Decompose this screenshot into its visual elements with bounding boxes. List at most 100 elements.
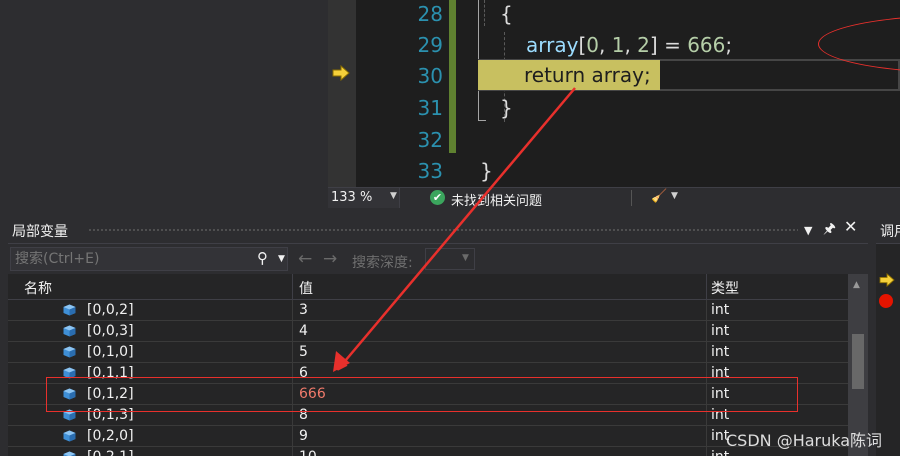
editor-status-bar: 133 % ▼ ✔ 未找到相关问题 🧹 ▼ — [328, 187, 900, 209]
code-line-28[interactable]: { — [500, 0, 513, 30]
execution-pointer-icon — [332, 65, 350, 81]
code-editor[interactable]: 28 29 30 31 32 33 { array[0, 1, 2] = 666… — [328, 0, 900, 187]
table-row[interactable]: [0,0,2] 3 int — [8, 300, 848, 321]
array-identifier: array — [526, 33, 579, 57]
title-grip — [88, 228, 798, 233]
assign-operator: = — [657, 33, 688, 57]
line-number-30: 30 — [417, 64, 443, 88]
line-number-28: 28 — [417, 2, 443, 26]
change-tracking-bar — [449, 0, 456, 153]
column-divider[interactable] — [706, 274, 707, 300]
forward-arrow-icon[interactable]: → — [323, 249, 337, 269]
row-divider — [706, 321, 707, 342]
table-row[interactable]: [0,2,1]10int — [8, 447, 848, 456]
variable-value[interactable]: 10 — [299, 449, 317, 456]
variable-value[interactable]: 9 — [299, 428, 308, 444]
bracket-close: ] — [649, 33, 658, 57]
search-input[interactable] — [15, 250, 255, 268]
row-divider — [706, 447, 707, 456]
column-divider[interactable] — [292, 274, 293, 300]
row-divider — [292, 426, 293, 447]
zoom-level: 133 % — [331, 190, 373, 205]
code-line-30[interactable]: return array; — [524, 60, 651, 90]
column-name-header[interactable]: 名称 — [24, 278, 52, 298]
row-divider — [706, 342, 707, 363]
search-depth-select[interactable]: ▼ — [425, 248, 475, 270]
variable-name: [0,0,3] — [87, 323, 134, 339]
zoom-combo[interactable]: 133 % ▼ — [328, 188, 400, 208]
variable-value[interactable]: 5 — [299, 344, 308, 360]
close-brace-outer: } — [480, 159, 493, 183]
check-circle-icon: ✔ — [430, 190, 445, 205]
locals-title-bar[interactable]: 局部变量 ▼ 🖈 ✕ — [8, 216, 868, 244]
issues-status-text[interactable]: 未找到相关问题 — [451, 190, 542, 209]
chevron-down-icon[interactable]: ▼ — [278, 254, 285, 264]
row-divider — [706, 300, 707, 321]
chevron-down-icon: ▼ — [462, 253, 469, 263]
index-2: 2 — [637, 33, 650, 57]
close-icon[interactable]: ✕ — [844, 219, 857, 235]
line-number-29: 29 — [417, 33, 443, 57]
variable-name: [0,0,2] — [87, 302, 134, 318]
table-row[interactable]: [0,1,0] 5 int — [8, 342, 848, 363]
variable-type: int — [711, 302, 730, 318]
code-line-29[interactable]: array[0, 1, 2] = 666; — [526, 29, 732, 61]
code-cleanup-icon[interactable]: 🧹 — [651, 189, 667, 204]
grid-header: 名称 值 类型 — [8, 274, 848, 300]
semicolon: ; — [725, 33, 733, 57]
assigned-value: 666 — [687, 33, 726, 57]
row-divider — [706, 426, 707, 447]
table-row[interactable]: [0,0,3] 4 int — [8, 321, 848, 342]
code-line-31[interactable]: } — [500, 92, 513, 124]
annotation-highlight-rect — [46, 377, 798, 412]
field-cube-icon — [63, 451, 76, 456]
row-divider — [292, 321, 293, 342]
locals-title: 局部变量 — [12, 224, 68, 240]
scroll-thumb[interactable] — [852, 334, 864, 389]
field-cube-icon — [63, 346, 76, 358]
line-number-33: 33 — [417, 159, 443, 183]
glyph-margin[interactable] — [328, 0, 356, 187]
locals-toolbar: ⚲ ▼ ← → 搜索深度: ▼ — [8, 244, 868, 274]
code-line-33[interactable]: } — [480, 155, 493, 187]
line-number-31: 31 — [417, 96, 443, 120]
variable-value[interactable]: 4 — [299, 323, 308, 339]
search-box[interactable]: ⚲ ▼ — [10, 247, 288, 271]
variable-type: int — [711, 323, 730, 339]
locals-window: 局部变量 ▼ 🖈 ✕ ⚲ ▼ ← → 搜索深度: ▼ 名称 值 类型 [0,0,… — [8, 216, 868, 456]
table-row[interactable]: [0,2,0] 9 int — [8, 426, 848, 447]
line-number-32: 32 — [417, 128, 443, 152]
window-menu-dropdown-icon[interactable]: ▼ — [804, 223, 812, 239]
outline-end-tick — [478, 120, 486, 121]
chevron-down-icon[interactable]: ▼ — [671, 191, 678, 201]
call-stack-title: 调用 — [880, 224, 900, 240]
current-frame-arrow-icon — [879, 273, 895, 287]
close-brace-inner: } — [500, 96, 513, 120]
row-divider — [292, 342, 293, 363]
column-value-header[interactable]: 值 — [299, 278, 313, 298]
call-stack-title-bar[interactable]: 调用 — [876, 216, 900, 244]
scroll-up-icon[interactable]: ▲ — [853, 280, 860, 290]
variable-type: int — [711, 344, 730, 360]
call-stack-window: 调用 — [876, 216, 900, 456]
column-type-header[interactable]: 类型 — [711, 278, 739, 298]
variable-name: [0,2,1] — [87, 449, 134, 456]
row-divider — [292, 300, 293, 321]
variable-name: [0,1,0] — [87, 344, 134, 360]
row-divider — [292, 447, 293, 456]
open-brace: { — [500, 2, 513, 26]
variable-name: [0,2,0] — [87, 428, 134, 444]
indent-guide — [484, 0, 485, 26]
field-cube-icon — [63, 430, 76, 442]
search-icon[interactable]: ⚲ — [257, 249, 268, 267]
field-cube-icon — [63, 304, 76, 316]
chevron-down-icon: ▼ — [390, 191, 397, 201]
index-1: 1 — [611, 33, 625, 57]
pin-icon[interactable]: 🖈 — [823, 221, 836, 237]
variable-value[interactable]: 3 — [299, 302, 308, 318]
watermark: CSDN @Haruka陈词 — [726, 431, 883, 450]
back-arrow-icon[interactable]: ← — [298, 249, 312, 269]
status-separator — [631, 190, 632, 206]
search-depth-label: 搜索深度: — [352, 255, 413, 271]
index-0: 0 — [586, 33, 599, 57]
